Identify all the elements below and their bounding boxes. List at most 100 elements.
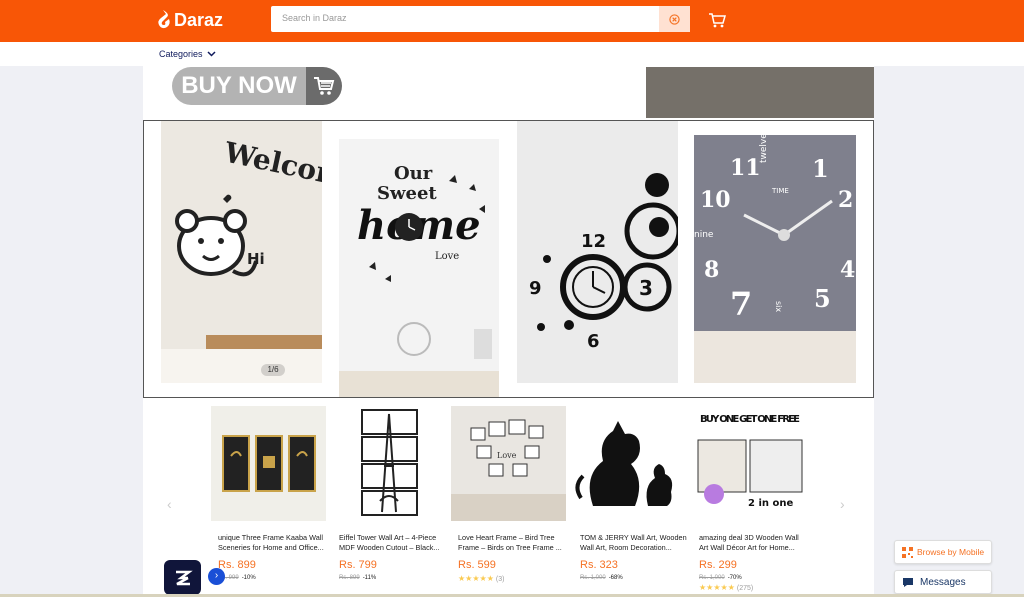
wc-eight: 8 xyxy=(704,257,719,283)
rating-stars: ★★★★★ xyxy=(699,583,735,592)
product-card[interactable]: unique Three Frame Kaaba Wall Sceneries … xyxy=(211,406,326,581)
sofa xyxy=(694,331,856,383)
old-price: Rs. 1,000 xyxy=(699,575,725,581)
categories-label: Categories xyxy=(159,49,203,59)
daraz-logo[interactable]: Daraz xyxy=(157,9,223,31)
circle-clock-art: 3 12 6 9 xyxy=(529,173,682,352)
daraz-app-button[interactable] xyxy=(164,560,201,595)
product-price: Rs. 599 xyxy=(458,559,496,571)
slide-counter: 1/6 xyxy=(261,364,285,376)
search-input[interactable]: Search in Daraz xyxy=(282,13,347,23)
buy-now-cart xyxy=(306,67,342,105)
product-discount-row: Rs. 899 -11% xyxy=(332,575,447,581)
product-discount-row: Rs. 1,000 -70% xyxy=(692,575,807,581)
product-title[interactable]: Eiffel Tower Wall Art – 4-Piece MDF Wood… xyxy=(332,533,447,553)
discount-percent: -70% xyxy=(727,575,742,581)
chevron-right-icon[interactable]: › xyxy=(208,568,225,585)
product-rating: ★★★★★ (3) xyxy=(451,574,566,583)
product-image[interactable]: BUY ONE GET ONE FREE 2 in one xyxy=(692,406,807,521)
product-image[interactable]: Love xyxy=(451,406,566,521)
clear-icon xyxy=(669,13,680,25)
wc-four: 4 xyxy=(840,257,855,283)
top-header: Daraz Search in Daraz xyxy=(0,0,1024,42)
search-bar[interactable]: Search in Daraz xyxy=(271,6,690,32)
sweet-text: Sweet xyxy=(377,183,437,204)
sweet-home-art: Our Sweet home Love xyxy=(339,163,499,397)
wc-seven: 7 xyxy=(730,285,752,323)
category-bar: Categories xyxy=(0,42,1024,66)
love-heart-frame-art: Love xyxy=(451,406,566,521)
product-title[interactable]: unique Three Frame Kaaba Wall Sceneries … xyxy=(211,533,326,553)
product-card[interactable]: Eiffel Tower Wall Art – 4-Piece MDF Wood… xyxy=(332,406,447,581)
carousel-next-button[interactable]: › xyxy=(840,496,845,512)
discount-percent: -68% xyxy=(608,575,623,581)
wc-five: 5 xyxy=(814,284,831,313)
product-title[interactable]: amazing deal 3D Wooden Wall Art Wall Déc… xyxy=(692,533,807,553)
wc-two: 2 xyxy=(838,187,853,213)
wooden-shelf xyxy=(206,335,322,349)
cart-button[interactable] xyxy=(708,12,726,34)
discount-percent: -11% xyxy=(362,575,377,581)
search-button[interactable] xyxy=(659,6,690,32)
slide-circle-clock[interactable]: 3 12 6 9 xyxy=(517,121,682,383)
chevron-down-icon xyxy=(207,51,216,57)
discount-percent: -10% xyxy=(241,575,256,581)
product-image[interactable] xyxy=(332,406,447,521)
floor xyxy=(161,349,322,383)
eiffel-tower-art xyxy=(332,406,447,521)
product-discount-row: Rs. 999 -10% xyxy=(211,575,326,581)
product-card[interactable]: TOM & JERRY Wall Art, Wooden Wall Art, R… xyxy=(573,406,688,581)
product-title[interactable]: TOM & JERRY Wall Art, Wooden Wall Art, R… xyxy=(573,533,688,553)
carousel-prev-button[interactable]: ‹ xyxy=(167,496,172,512)
product-strip: unique Three Frame Kaaba Wall Sceneries … xyxy=(208,406,808,596)
promo-placeholder[interactable] xyxy=(646,67,874,118)
two-in-one-text: 2 in one xyxy=(748,498,793,509)
clock-twelve: 12 xyxy=(581,231,606,252)
slide-welcome-bear[interactable]: Welcome! Hi 1/6 xyxy=(161,121,322,383)
slide-sweet-home[interactable]: Our Sweet home Love xyxy=(339,139,499,397)
product-rating: ★★★★★ (275) xyxy=(692,583,807,592)
wc-eleven: 11 xyxy=(730,155,761,181)
chat-icon xyxy=(903,577,913,587)
rating-stars: ★★★★★ xyxy=(458,574,494,583)
hero-carousel[interactable]: Welcome! Hi 1/6 Our Sweet home Love xyxy=(143,120,874,398)
rating-count: (3) xyxy=(495,576,505,583)
product-price: Rs. 899 xyxy=(218,559,256,571)
product-image[interactable] xyxy=(211,406,326,521)
tom-jerry-art xyxy=(573,406,688,521)
browse-label: Browse by Mobile xyxy=(917,547,985,557)
old-price: Rs. 1,000 xyxy=(580,575,606,581)
product-card[interactable]: BUY ONE GET ONE FREE 2 in one amazing de… xyxy=(692,406,807,592)
categories-menu[interactable]: Categories xyxy=(159,49,216,59)
kaaba-frames-art xyxy=(211,406,326,521)
hi-text: Hi xyxy=(247,250,265,268)
bogo-text: BUY ONE GET ONE FREE xyxy=(700,414,800,425)
product-image[interactable] xyxy=(573,406,688,521)
product-title[interactable]: Love Heart Frame – Bird Tree Frame – Bir… xyxy=(451,533,566,553)
clock-six: 6 xyxy=(587,331,600,352)
wc-time: TIME xyxy=(771,187,789,195)
daraz-logo-icon xyxy=(158,10,170,29)
shopping-cart-icon xyxy=(314,77,335,95)
wc-ten: 10 xyxy=(700,187,731,213)
love-text: Love xyxy=(435,251,459,262)
clock-nine: 9 xyxy=(529,278,542,299)
product-price: Rs. 323 xyxy=(580,559,618,571)
product-price: Rs. 799 xyxy=(339,559,377,571)
welcome-text: Welcome! xyxy=(221,135,322,199)
messages-button[interactable]: Messages xyxy=(894,570,992,594)
wc-nine: nine xyxy=(694,230,714,240)
wc-six: six xyxy=(774,301,783,312)
cart-icon xyxy=(709,13,726,28)
wc-twelve: twelve xyxy=(759,135,769,163)
wc-one: 1 xyxy=(812,154,829,183)
qr-code-icon xyxy=(902,546,913,558)
messages-label: Messages xyxy=(920,576,966,588)
product-card[interactable]: Love Love Heart Frame – Bird Tree Frame … xyxy=(451,406,566,583)
browse-by-mobile-button[interactable]: Browse by Mobile xyxy=(894,540,992,564)
buy-now-banner[interactable]: BUY NOW xyxy=(172,67,342,105)
clock-three: 3 xyxy=(639,276,653,300)
slide-wall-clock[interactable]: 11 1 10 2 8 4 7 5 TIME twelve nine six xyxy=(694,133,856,383)
buy-now-label: BUY NOW xyxy=(172,67,306,105)
product-discount-row: Rs. 1,000 -68% xyxy=(573,575,688,581)
